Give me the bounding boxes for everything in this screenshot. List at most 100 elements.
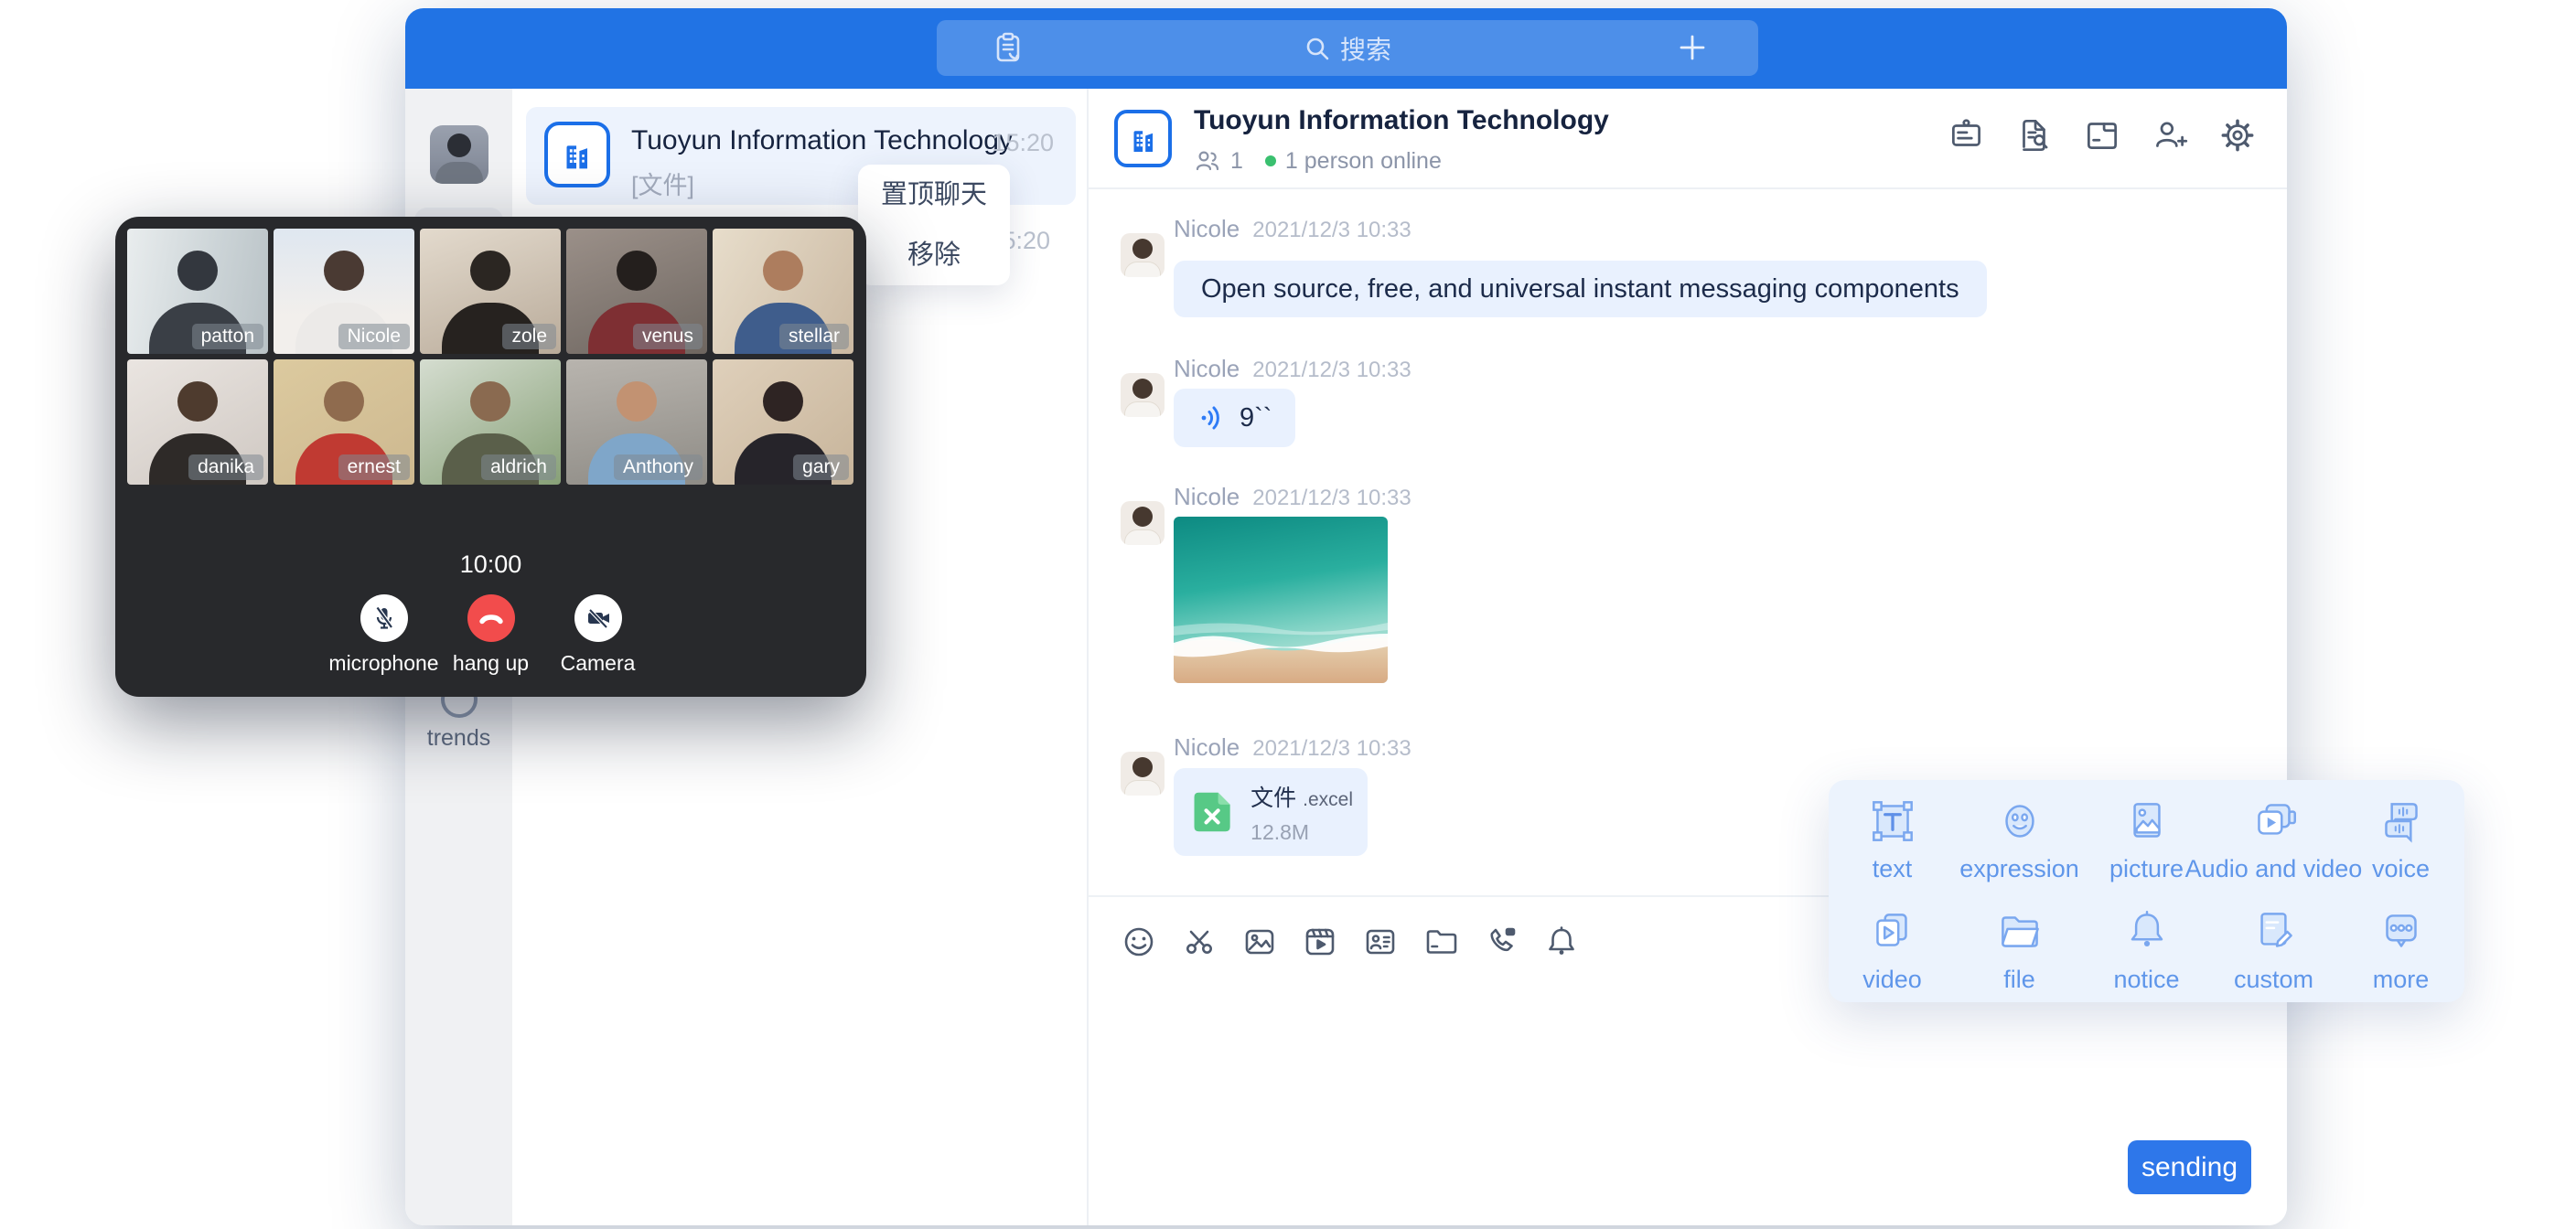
hangup-phone-icon [476, 603, 507, 634]
message-meta: Nicole2021/12/3 10:33 [1174, 215, 1411, 243]
user-avatar[interactable] [430, 125, 488, 184]
message-time: 2021/12/3 10:33 [1252, 736, 1411, 761]
sender-avatar[interactable] [1121, 233, 1165, 277]
video-clip-icon[interactable] [1300, 922, 1340, 962]
send-button-label: sending [2141, 1152, 2238, 1183]
participant-name: danika [188, 454, 263, 480]
file-size: 12.8M [1250, 820, 1353, 845]
send-button[interactable]: sending [2128, 1140, 2251, 1194]
sender-avatar[interactable] [1121, 752, 1165, 796]
panel-item-notice[interactable]: notice [2083, 903, 2210, 999]
folder-icon[interactable] [1421, 922, 1461, 962]
menu-item-remove[interactable]: 移除 [858, 225, 1010, 285]
file-extension: .excel [1303, 789, 1353, 810]
group-files-icon[interactable] [2081, 114, 2123, 156]
call-controls: microphone hang up Camera [115, 594, 866, 676]
participant-tile: Anthony [566, 359, 707, 485]
video-call-icon[interactable] [1481, 922, 1521, 962]
voice-wave-icon [1197, 403, 1227, 433]
message-time: 2021/12/3 10:33 [1252, 486, 1411, 510]
contact-card-icon[interactable] [1360, 922, 1401, 962]
beach-photo [1174, 517, 1388, 683]
top-bar: 搜索 [405, 8, 2287, 89]
menu-item-pin-chat[interactable]: 置顶聊天 [858, 165, 1010, 225]
microphone-control[interactable]: microphone [330, 594, 437, 676]
panel-item-audio-video[interactable]: Audio and video [2210, 793, 2337, 903]
participant-tile: gary [713, 359, 853, 485]
notification-bell-icon[interactable] [1541, 922, 1582, 962]
chat-panel: Tuoyun Information Technology 1 1 person… [1089, 89, 2287, 1225]
message-time: 2021/12/3 10:33 [1252, 218, 1411, 242]
online-status: 1 person online [1285, 148, 1442, 175]
participant-name: stellar [779, 324, 849, 349]
search-icon [1304, 35, 1331, 62]
camera-off-icon [584, 604, 613, 633]
announcement-icon[interactable] [1946, 114, 1988, 156]
text-message-bubble[interactable]: Open source, free, and universal instant… [1174, 261, 1987, 317]
message-text: Open source, free, and universal instant… [1201, 274, 1959, 305]
message-time: 2021/12/3 10:33 [1252, 358, 1411, 382]
add-member-icon[interactable] [2149, 114, 2191, 156]
search-field[interactable]: 搜索 [937, 20, 1758, 76]
voice-icon [2373, 793, 2430, 850]
participant-name: ernest [338, 454, 410, 480]
voice-message-bubble[interactable]: 9`` [1174, 389, 1295, 447]
settings-gear-icon[interactable] [2216, 114, 2259, 156]
avatar-head [1132, 757, 1153, 777]
video-icon [1864, 903, 1921, 960]
text-icon [1864, 793, 1921, 850]
participant-name: venus [633, 324, 703, 349]
panel-item-text[interactable]: text [1829, 793, 1956, 903]
microphone-button[interactable] [360, 594, 408, 642]
panel-label: video [1862, 966, 1922, 994]
participant-tile: zole [420, 229, 561, 354]
online-dot [1265, 155, 1276, 166]
sender-avatar[interactable] [1121, 373, 1165, 417]
excel-file-icon [1188, 783, 1236, 841]
file-name: 文件 [1250, 785, 1296, 811]
notice-bell-icon [2119, 903, 2175, 960]
call-timer: 10:00 [115, 550, 866, 579]
expression-icon [1991, 793, 2048, 850]
screenshot-scissors-icon[interactable] [1179, 922, 1219, 962]
message-meta: Nicole 2021/12/3 10:33 [1174, 355, 1411, 383]
panel-item-custom[interactable]: custom [2210, 903, 2337, 999]
sender-name: Nicole [1174, 355, 1240, 382]
participant-grid: patton Nicole zole venus stellar danika … [127, 229, 854, 485]
message-meta: Nicole2021/12/3 10:33 [1174, 733, 1411, 762]
panel-label: expression [1959, 855, 2079, 883]
panel-item-video[interactable]: video [1829, 903, 1956, 999]
conversation-title: Tuoyun Information Technology [631, 125, 1013, 156]
search-bar[interactable]: 搜索 [937, 20, 1758, 76]
group-avatar [1114, 110, 1172, 167]
hangup-control[interactable]: hang up [437, 594, 544, 676]
panel-label: Audio and video [2185, 855, 2363, 883]
sender-avatar[interactable] [1121, 501, 1165, 545]
panel-label: notice [2113, 966, 2179, 994]
participant-name: Nicole [338, 324, 410, 349]
image-icon[interactable] [1240, 922, 1280, 962]
camera-button[interactable] [574, 594, 622, 642]
chat-history-search-icon[interactable] [2013, 114, 2055, 156]
file-message-bubble[interactable]: 文件 .excel 12.8M [1174, 768, 1368, 856]
panel-item-picture[interactable]: picture [2083, 793, 2210, 903]
panel-item-expression[interactable]: expression [1956, 793, 2083, 903]
panel-item-more[interactable]: more [2337, 903, 2464, 999]
panel-item-file[interactable]: file [1956, 903, 2083, 999]
avatar-head [1132, 379, 1153, 399]
picture-icon [2119, 793, 2175, 850]
custom-icon [2246, 903, 2302, 960]
camera-label: Camera [561, 651, 636, 676]
panel-item-voice[interactable]: voice [2337, 793, 2464, 903]
avatar-body [1124, 529, 1161, 545]
avatar-head [1132, 507, 1153, 527]
camera-control[interactable]: Camera [544, 594, 651, 676]
participant-name: gary [793, 454, 849, 480]
add-icon[interactable] [1674, 29, 1711, 66]
panel-label: file [2003, 966, 2035, 994]
sender-name: Nicole [1174, 483, 1240, 510]
image-message[interactable] [1174, 517, 1388, 683]
emoji-icon[interactable] [1119, 922, 1159, 962]
hangup-button[interactable] [467, 594, 515, 642]
participant-tile: venus [566, 229, 707, 354]
